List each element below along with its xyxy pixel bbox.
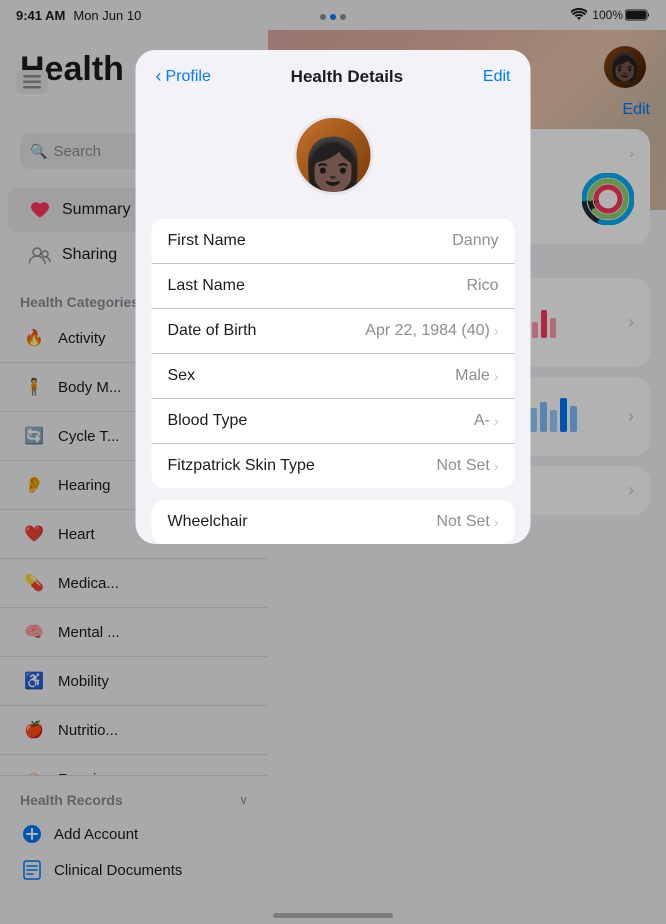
- sex-chevron-icon: ›: [494, 368, 499, 384]
- sex-label: Sex: [168, 367, 196, 385]
- first-name-field[interactable]: First Name Danny: [152, 219, 515, 264]
- first-name-value: Danny: [452, 232, 498, 250]
- avatar-memoji: 👩🏿: [301, 135, 366, 195]
- wheelchair-value: Not Set ›: [436, 513, 498, 531]
- health-details-modal: ‹ Profile Health Details Edit 👩🏿 First N…: [136, 50, 531, 544]
- wheelchair-field[interactable]: Wheelchair Not Set ›: [152, 500, 515, 544]
- wheelchair-label: Wheelchair: [168, 513, 248, 531]
- last-name-label: Last Name: [168, 277, 245, 295]
- sex-field[interactable]: Sex Male ›: [152, 354, 515, 399]
- health-fields-group-2: Wheelchair Not Set ›: [152, 500, 515, 544]
- modal-nav: ‹ Profile Health Details Edit: [136, 50, 531, 95]
- last-name-value: Rico: [466, 277, 498, 295]
- back-label: Profile: [166, 68, 211, 86]
- wheelchair-chevron-icon: ›: [494, 514, 499, 530]
- modal-overlay[interactable]: ‹ Profile Health Details Edit 👩🏿 First N…: [0, 0, 666, 924]
- health-fields-group-1: First Name Danny Last Name Rico Date of …: [152, 219, 515, 488]
- modal-back-button[interactable]: ‹ Profile: [156, 66, 211, 87]
- modal-title: Health Details: [291, 67, 403, 87]
- back-chevron-icon: ‹: [156, 66, 162, 87]
- blood-type-label: Blood Type: [168, 412, 248, 430]
- dob-field[interactable]: Date of Birth Apr 22, 1984 (40) ›: [152, 309, 515, 354]
- first-name-label: First Name: [168, 232, 246, 250]
- last-name-field[interactable]: Last Name Rico: [152, 264, 515, 309]
- modal-avatar-section: 👩🏿: [136, 95, 531, 219]
- skin-type-value: Not Set ›: [436, 457, 498, 475]
- modal-edit-button[interactable]: Edit: [483, 68, 511, 86]
- blood-type-value: A- ›: [474, 412, 499, 430]
- skin-type-chevron-icon: ›: [494, 458, 499, 474]
- modal-avatar[interactable]: 👩🏿: [293, 115, 373, 195]
- skin-type-field[interactable]: Fitzpatrick Skin Type Not Set ›: [152, 444, 515, 488]
- dob-label: Date of Birth: [168, 322, 257, 340]
- sex-value: Male ›: [455, 367, 498, 385]
- blood-type-chevron-icon: ›: [494, 413, 499, 429]
- dob-chevron-icon: ›: [494, 323, 499, 339]
- skin-type-label: Fitzpatrick Skin Type: [168, 457, 315, 475]
- blood-type-field[interactable]: Blood Type A- ›: [152, 399, 515, 444]
- dob-value: Apr 22, 1984 (40) ›: [365, 322, 498, 340]
